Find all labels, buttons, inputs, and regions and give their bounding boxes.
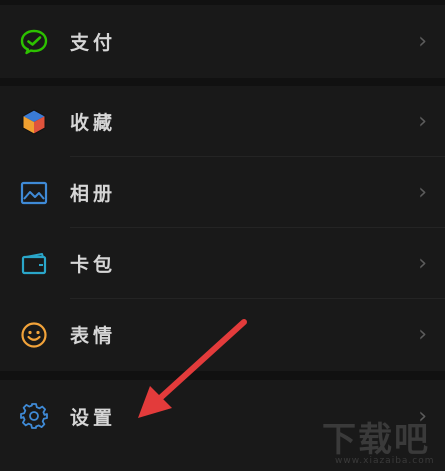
chevron-right-icon: › [418, 322, 427, 347]
favorites-cube-icon [19, 107, 49, 137]
menu-group-main: 收藏 › 相册 › 卡包 › 表情 › [0, 86, 445, 371]
card-wallet-icon [19, 249, 49, 279]
menu-item-label: 收藏 [70, 112, 117, 134]
menu-item-card-wallet[interactable]: 卡包 › [0, 228, 445, 299]
menu-item-stickers[interactable]: 表情 › [0, 299, 445, 370]
menu-item-label: 设置 [70, 406, 117, 429]
chevron-right-icon: › [418, 251, 427, 276]
chevron-right-icon: › [418, 180, 427, 205]
watermark-url: www.xiazaiba.com [335, 456, 435, 466]
menu-item-label: 相册 [70, 183, 117, 205]
menu-group-pay: 支付 › [0, 5, 445, 78]
menu-item-label: 支付 [70, 32, 117, 54]
menu-item-label: 卡包 [70, 254, 117, 276]
chevron-right-icon: › [418, 29, 427, 54]
menu-item-favorites[interactable]: 收藏 › [0, 86, 445, 157]
menu-item-album[interactable]: 相册 › [0, 157, 445, 228]
sticker-smiley-icon [19, 320, 49, 350]
settings-gear-icon [19, 401, 49, 431]
wechat-pay-icon [19, 27, 49, 57]
menu-item-pay[interactable]: 支付 › [0, 5, 445, 78]
watermark-logo: 下载吧 [322, 420, 430, 460]
menu-item-label: 表情 [70, 325, 117, 347]
album-image-icon [19, 178, 49, 208]
chevron-right-icon: › [418, 109, 427, 134]
